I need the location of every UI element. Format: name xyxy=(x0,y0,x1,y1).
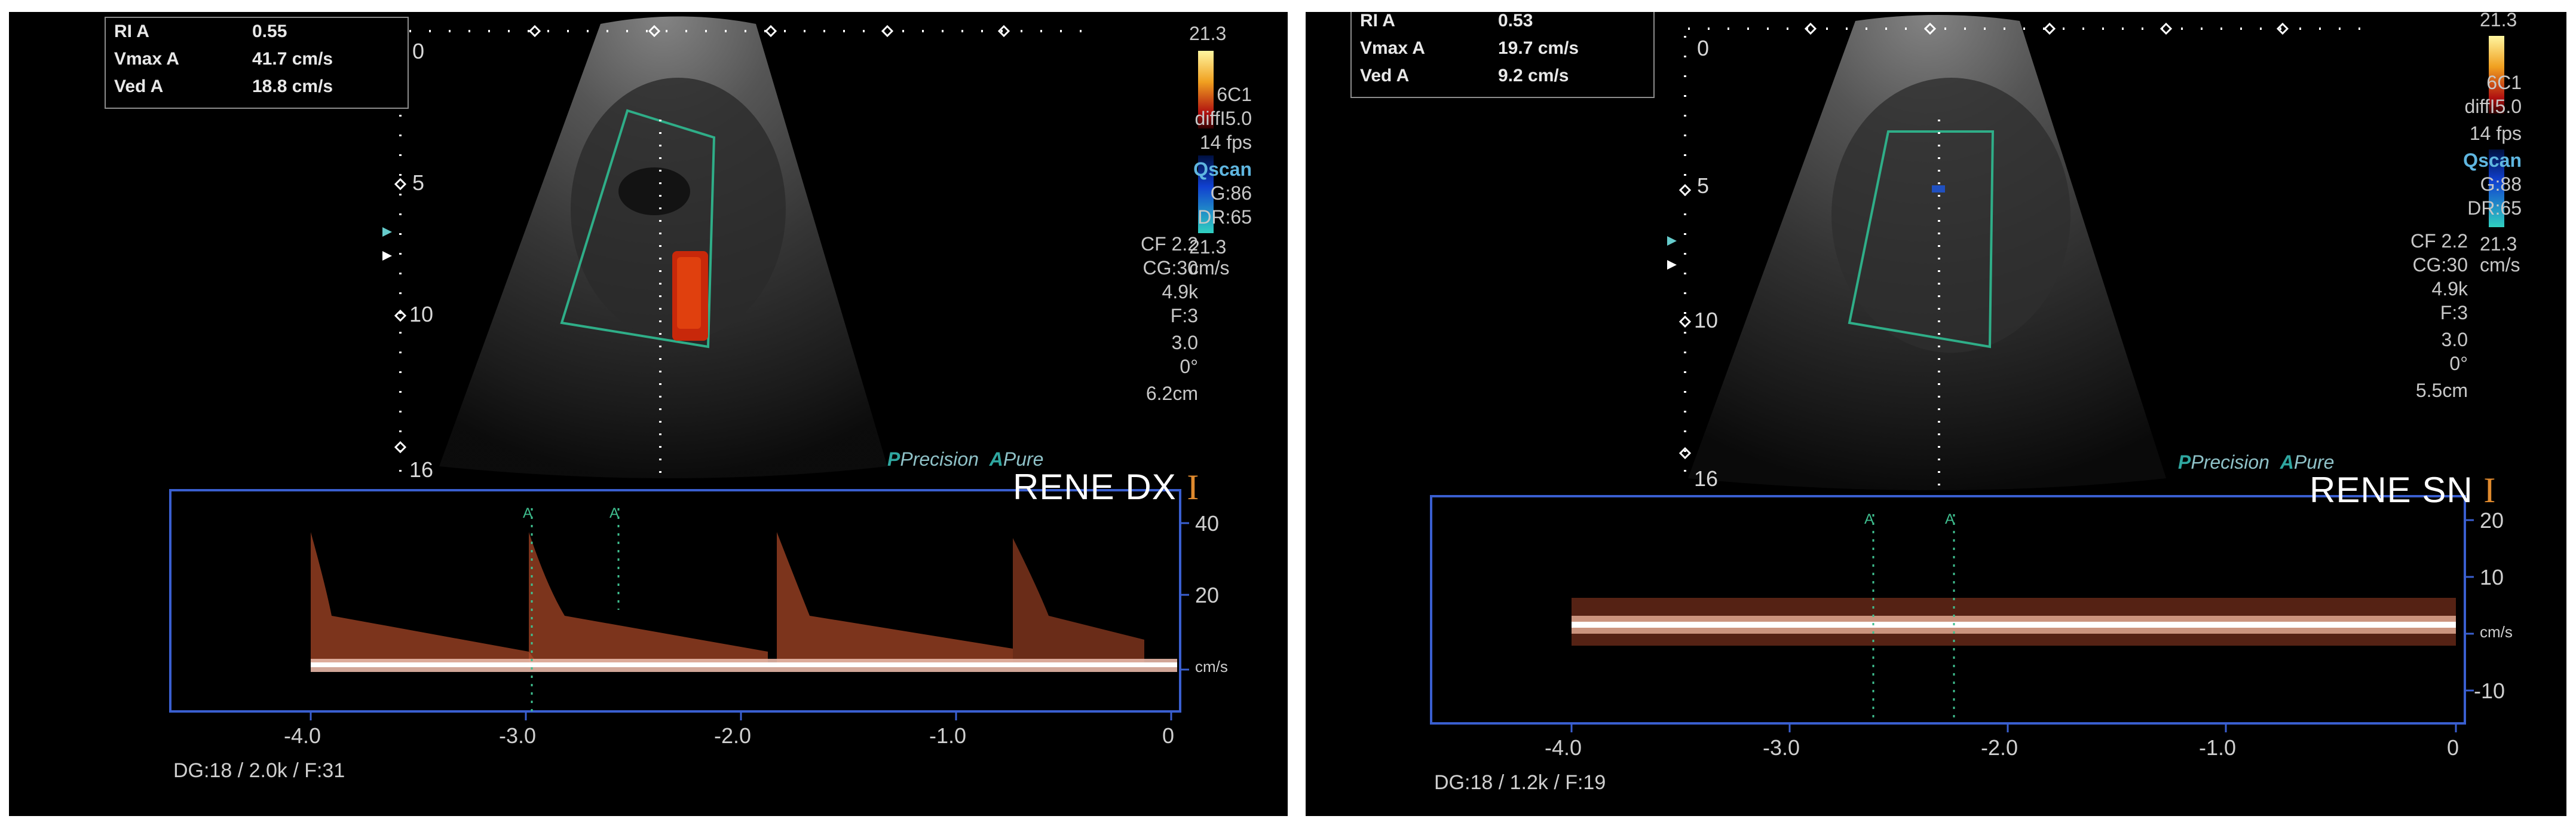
vel-tick-40: 40 xyxy=(1195,511,1220,536)
time-tick-1: -1.0 xyxy=(2199,735,2237,760)
vel-unit: cm/s xyxy=(1195,658,1228,676)
fps-label: 14 fps xyxy=(1199,132,1252,153)
gain-label: G:88 xyxy=(2480,173,2522,195)
depth-10: 10 xyxy=(409,302,434,326)
time-tick-3: -3.0 xyxy=(1763,735,1800,760)
depth-0: 0 xyxy=(1697,36,1710,60)
measurement-box: RI A 0.55 Vmax A 41.7 cm/s Ved A 18.8 cm… xyxy=(105,17,409,109)
qscan-label: Qscan xyxy=(2463,149,2522,171)
ri-label: RI A xyxy=(114,22,149,41)
cursor-a2: A xyxy=(609,505,620,521)
time-tick-0: 0 xyxy=(2447,735,2459,760)
fps-label: 14 fps xyxy=(2469,123,2522,144)
depth-5: 5 xyxy=(412,170,425,195)
depth-0: 0 xyxy=(412,39,425,63)
ved-label: Ved A xyxy=(114,77,164,96)
probe-label: 6C1 xyxy=(1217,84,1252,105)
time-tick-2: -2.0 xyxy=(714,723,752,748)
vmax-value: 41.7 cm/s xyxy=(252,49,333,69)
vel-tick-10: 10 xyxy=(2480,565,2504,589)
ri-label: RI A xyxy=(1360,12,1395,30)
angle-label: 0° xyxy=(2449,353,2468,374)
ultrasound-panel-left: RI A 0.55 Vmax A 41.7 cm/s Ved A 18.8 cm… xyxy=(9,12,1288,816)
depth-16: 16 xyxy=(409,457,434,482)
cursor-a1: A xyxy=(523,505,533,521)
left-image-graphics xyxy=(169,16,1214,720)
probe-label: 6C1 xyxy=(2486,72,2522,93)
prf-label: 4.9k xyxy=(2431,278,2468,300)
ultrasound-panel-right: RI A 0.53 Vmax A 19.7 cm/s Ved A 9.2 cm/… xyxy=(1306,12,2566,816)
vmax-label: Vmax A xyxy=(1360,38,1425,58)
cf-label: CF 2.2 xyxy=(2410,230,2468,252)
depth-10: 10 xyxy=(1694,308,1719,332)
filter-label: F:3 xyxy=(1170,305,1198,326)
dr-label: DR:65 xyxy=(2467,197,2522,219)
qscan-label: Qscan xyxy=(1193,158,1252,180)
vmax-label: Vmax A xyxy=(114,49,179,69)
time-tick-4: -4.0 xyxy=(284,723,321,748)
depth-label: 6.2cm xyxy=(1145,383,1198,404)
time-tick-3: -3.0 xyxy=(499,723,537,748)
scale-unit: cm/s xyxy=(2480,254,2520,276)
ved-value: 18.8 cm/s xyxy=(252,77,333,96)
harmonic-label: diffI5.0 xyxy=(1194,108,1252,129)
depth-16: 16 xyxy=(1694,466,1719,491)
steer-label: 3.0 xyxy=(1171,332,1198,353)
angle-label: 0° xyxy=(1180,356,1198,377)
footer-settings: DG:18 / 2.0k / F:31 xyxy=(173,759,345,782)
right-image-graphics xyxy=(1430,15,2504,732)
steer-label: 3.0 xyxy=(2441,329,2468,350)
cursor-a1: A xyxy=(1864,511,1874,527)
cg-label: CG:30 xyxy=(1142,257,1198,279)
ved-label: Ved A xyxy=(1360,66,1410,85)
scale-max: 21.3 xyxy=(2480,12,2517,30)
footer-settings: DG:18 / 1.2k / F:19 xyxy=(1434,771,1606,794)
vel-tick-neg10: -10 xyxy=(2474,679,2505,703)
ri-value: 0.53 xyxy=(1498,12,1533,30)
vel-tick-20: 20 xyxy=(2480,508,2504,533)
scale-max: 21.3 xyxy=(1189,23,1227,44)
prf-label: 4.9k xyxy=(1162,281,1198,303)
depth-5: 5 xyxy=(1697,173,1710,198)
filter-label: F:3 xyxy=(2440,302,2468,323)
time-tick-1: -1.0 xyxy=(929,723,967,748)
ved-value: 9.2 cm/s xyxy=(1498,66,1569,85)
cg-label: CG:30 xyxy=(2412,254,2468,276)
cursor-a2: A xyxy=(1945,511,1955,527)
harmonic-label: diffI5.0 xyxy=(2464,96,2522,117)
time-tick-2: -2.0 xyxy=(1981,735,2018,760)
dr-label: DR:65 xyxy=(1197,206,1252,228)
measurement-box: RI A 0.53 Vmax A 19.7 cm/s Ved A 9.2 cm/… xyxy=(1350,12,1655,98)
vel-unit: cm/s xyxy=(2480,623,2513,641)
scale-min: 21.3 xyxy=(2480,233,2517,255)
time-tick-4: -4.0 xyxy=(1545,735,1582,760)
vmax-value: 19.7 cm/s xyxy=(1498,38,1579,58)
depth-label: 5.5cm xyxy=(2415,380,2468,401)
cf-label: CF 2.2 xyxy=(1140,233,1198,255)
time-tick-0: 0 xyxy=(1162,723,1175,748)
ri-value: 0.55 xyxy=(252,22,287,41)
label-rene-dx: RENE DX I xyxy=(1013,467,1200,507)
vel-tick-20: 20 xyxy=(1195,583,1220,607)
label-rene-sn: RENE SN I xyxy=(2309,470,2497,510)
gain-label: G:86 xyxy=(1210,182,1252,204)
